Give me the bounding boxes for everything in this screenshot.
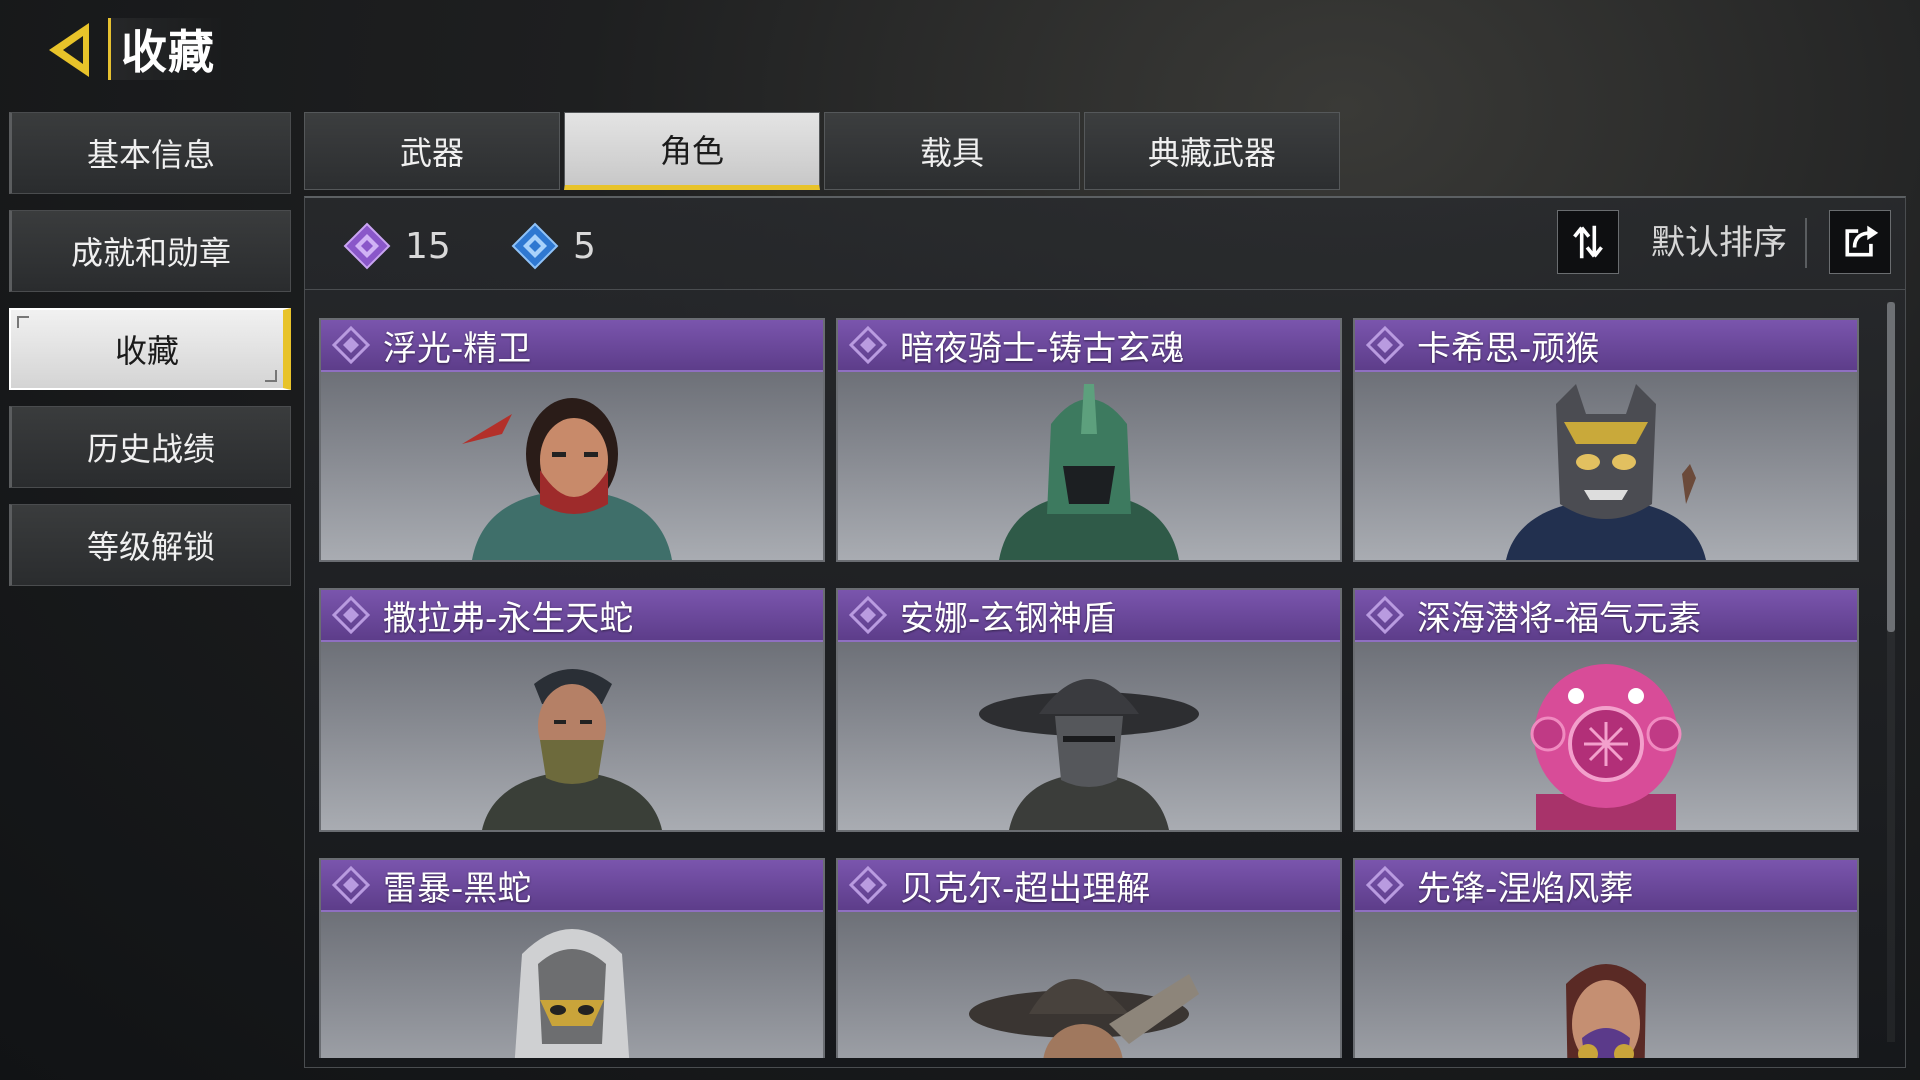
scroll-thumb[interactable] bbox=[1887, 302, 1895, 632]
category-tabs: 武器 角色 载具 典藏武器 bbox=[304, 112, 1340, 190]
tab-weapons[interactable]: 武器 bbox=[304, 112, 560, 190]
card-name: 贝克尔-超出理解 bbox=[900, 868, 1151, 909]
collection-panel: 15 5 默认排序 浮光-精卫 暗夜骑士-铸古玄魂 卡希思-顽猴 撒拉弗-永生天… bbox=[304, 196, 1906, 1068]
character-card[interactable]: 雷暴-黑蛇 bbox=[319, 858, 825, 1058]
character-portrait bbox=[1530, 664, 1682, 830]
character-portrait bbox=[462, 398, 672, 560]
card-header: 深海潜将-福气元素 bbox=[1355, 590, 1857, 642]
blue-count-value: 5 bbox=[573, 225, 596, 267]
tab-characters[interactable]: 角色 bbox=[564, 112, 820, 190]
character-portrait bbox=[969, 974, 1199, 1058]
purple-count-value: 15 bbox=[405, 225, 451, 267]
rarity-diamond-icon bbox=[331, 325, 371, 365]
tab-legendary-weapons[interactable]: 典藏武器 bbox=[1084, 112, 1340, 190]
card-name: 卡希思-顽猴 bbox=[1417, 328, 1600, 369]
character-portrait bbox=[1506, 384, 1706, 560]
card-name: 浮光-精卫 bbox=[383, 328, 532, 369]
card-name: 安娜-玄钢神盾 bbox=[900, 598, 1117, 639]
back-arrow-icon bbox=[49, 23, 89, 77]
toolbar: 15 5 默认排序 bbox=[305, 198, 1905, 290]
blue-count: 5 bbox=[511, 222, 596, 270]
character-card[interactable]: 浮光-精卫 bbox=[319, 318, 825, 562]
character-card[interactable]: 暗夜骑士-铸古玄魂 bbox=[836, 318, 1342, 562]
share-button[interactable] bbox=[1829, 210, 1891, 274]
card-header: 先锋-涅焰风葬 bbox=[1355, 860, 1857, 912]
card-name: 先锋-涅焰风葬 bbox=[1417, 868, 1634, 909]
rarity-diamond-icon bbox=[1365, 595, 1405, 635]
blue-diamond-icon bbox=[511, 222, 559, 270]
character-grid: 浮光-精卫 暗夜骑士-铸古玄魂 卡希思-顽猴 撒拉弗-永生天蛇 安娜-玄钢神盾 … bbox=[319, 318, 1859, 1058]
card-header: 暗夜骑士-铸古玄魂 bbox=[838, 320, 1340, 372]
card-name: 撒拉弗-永生天蛇 bbox=[383, 598, 634, 639]
character-portrait bbox=[482, 669, 662, 830]
rarity-diamond-icon bbox=[848, 595, 888, 635]
rarity-diamond-icon bbox=[1365, 865, 1405, 905]
sidebar-item-collection[interactable]: 收藏 bbox=[9, 308, 291, 390]
tab-vehicles[interactable]: 载具 bbox=[824, 112, 1080, 190]
rarity-diamond-icon bbox=[1365, 325, 1405, 365]
character-portrait bbox=[999, 384, 1179, 560]
card-header: 撒拉弗-永生天蛇 bbox=[321, 590, 823, 642]
sidebar-item-basic-info[interactable]: 基本信息 bbox=[9, 112, 291, 194]
card-name: 深海潜将-福气元素 bbox=[1417, 598, 1702, 639]
character-portrait bbox=[514, 929, 630, 1058]
page-title: 收藏 bbox=[108, 18, 225, 80]
card-header: 浮光-精卫 bbox=[321, 320, 823, 372]
sidebar-item-achievements[interactable]: 成就和勋章 bbox=[9, 210, 291, 292]
card-header: 卡希思-顽猴 bbox=[1355, 320, 1857, 372]
sort-button[interactable] bbox=[1557, 210, 1619, 274]
card-header: 贝克尔-超出理解 bbox=[838, 860, 1340, 912]
card-name: 雷暴-黑蛇 bbox=[383, 868, 532, 909]
rarity-diamond-icon bbox=[848, 325, 888, 365]
rarity-diamond-icon bbox=[331, 865, 371, 905]
character-portrait bbox=[1566, 964, 1646, 1058]
character-card[interactable]: 先锋-涅焰风葬 bbox=[1353, 858, 1859, 1058]
purple-count: 15 bbox=[343, 222, 451, 270]
character-card[interactable]: 撒拉弗-永生天蛇 bbox=[319, 588, 825, 832]
character-card[interactable]: 安娜-玄钢神盾 bbox=[836, 588, 1342, 832]
sidebar-item-history[interactable]: 历史战绩 bbox=[9, 406, 291, 488]
sidebar-item-level-unlock[interactable]: 等级解锁 bbox=[9, 504, 291, 586]
back-button[interactable] bbox=[44, 18, 102, 82]
character-card[interactable]: 深海潜将-福气元素 bbox=[1353, 588, 1859, 832]
purple-diamond-icon bbox=[343, 222, 391, 270]
character-card[interactable]: 卡希思-顽猴 bbox=[1353, 318, 1859, 562]
grid-scrollbar[interactable] bbox=[1887, 302, 1895, 1042]
rarity-diamond-icon bbox=[848, 865, 888, 905]
sidebar: 基本信息 成就和勋章 收藏 历史战绩 等级解锁 bbox=[9, 112, 291, 602]
sort-label[interactable]: 默认排序 bbox=[1651, 218, 1807, 268]
card-name: 暗夜骑士-铸古玄魂 bbox=[900, 328, 1185, 369]
card-header: 安娜-玄钢神盾 bbox=[838, 590, 1340, 642]
sort-arrows-icon bbox=[1573, 225, 1603, 259]
character-card[interactable]: 贝克尔-超出理解 bbox=[836, 858, 1342, 1058]
share-icon bbox=[1845, 225, 1879, 257]
card-header: 雷暴-黑蛇 bbox=[321, 860, 823, 912]
rarity-diamond-icon bbox=[331, 595, 371, 635]
character-portrait bbox=[979, 679, 1199, 830]
